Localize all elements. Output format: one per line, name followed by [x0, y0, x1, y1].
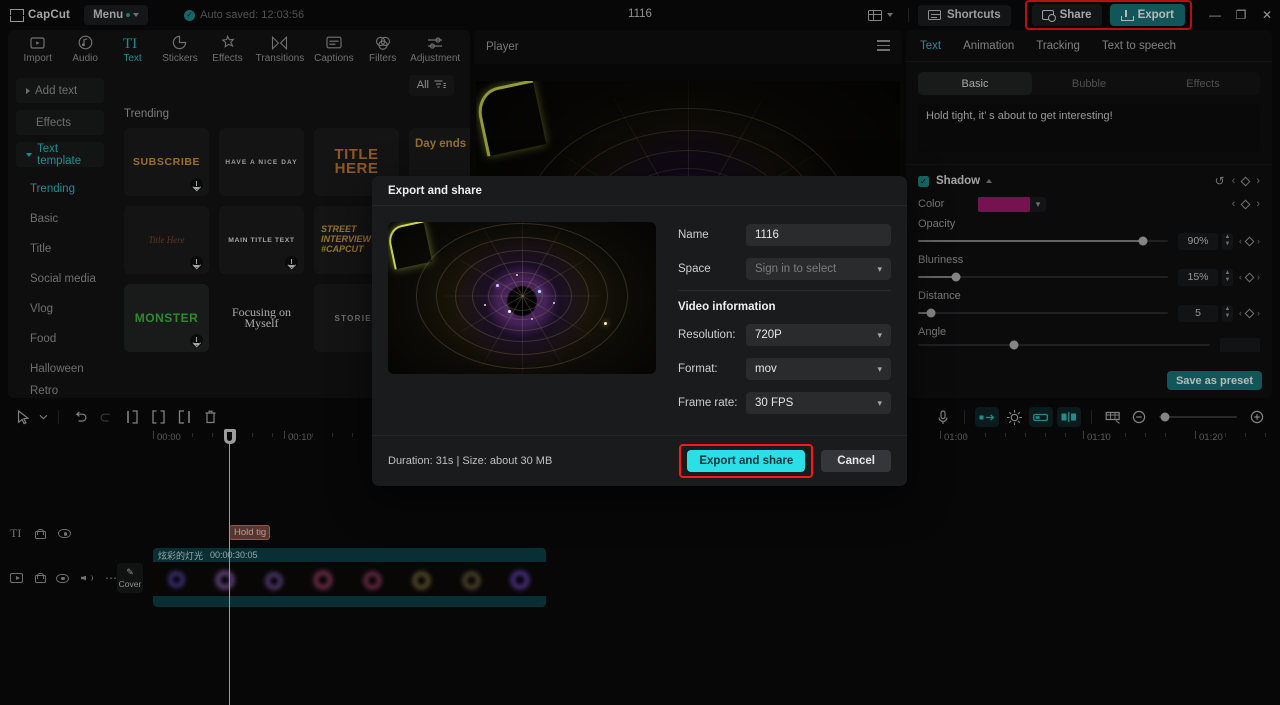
- video-information-title: Video information: [678, 301, 776, 313]
- duration-size-text: Duration: 31s | Size: about 30 MB: [388, 455, 553, 467]
- chevron-down-icon: ▾: [877, 329, 882, 340]
- resolution-value: 720P: [755, 329, 782, 341]
- dialog-footer: Duration: 31s | Size: about 30 MB Export…: [372, 435, 907, 486]
- divider: [678, 290, 891, 291]
- format-row: Format: mov ▾: [678, 356, 891, 382]
- dialog-actions: Export and share Cancel: [679, 444, 891, 478]
- export-and-share-button[interactable]: Export and share: [687, 450, 806, 472]
- format-value: mov: [755, 363, 777, 375]
- framerate-label: Frame rate:: [678, 397, 738, 409]
- resolution-row: Resolution: 720P ▾: [678, 322, 891, 348]
- format-select[interactable]: mov ▾: [746, 358, 891, 380]
- chevron-down-icon: ▾: [877, 263, 882, 274]
- name-input[interactable]: 1116: [746, 224, 891, 246]
- space-row: Space Sign in to select ▾: [678, 256, 891, 282]
- capcut-window: CapCut Menu ✓ Auto saved: 12:03:56 1116 …: [0, 0, 1280, 705]
- name-label: Name: [678, 229, 709, 241]
- dialog-header: Export and share: [372, 176, 907, 206]
- name-row: Name 1116: [678, 222, 891, 248]
- resolution-select[interactable]: 720P ▾: [746, 324, 891, 346]
- dialog-title: Export and share: [388, 184, 482, 197]
- space-label: Space: [678, 263, 711, 275]
- framerate-row: Frame rate: 30 FPS ▾: [678, 390, 891, 416]
- export-button-highlight: Export and share: [679, 444, 814, 478]
- space-select[interactable]: Sign in to select ▾: [746, 258, 891, 280]
- framerate-select[interactable]: 30 FPS ▾: [746, 392, 891, 414]
- chevron-down-icon: ▾: [877, 363, 882, 374]
- export-preview-thumbnail: [388, 222, 656, 374]
- dialog-body: Name 1116 Space Sign in to select ▾ Vide…: [372, 206, 907, 424]
- framerate-value: 30 FPS: [755, 397, 794, 409]
- chevron-down-icon: ▾: [877, 397, 882, 408]
- export-form: Name 1116 Space Sign in to select ▾ Vide…: [678, 222, 891, 424]
- space-value: Sign in to select: [755, 263, 837, 275]
- cancel-button[interactable]: Cancel: [821, 450, 891, 472]
- format-label: Format:: [678, 363, 718, 375]
- resolution-label: Resolution:: [678, 329, 736, 341]
- export-dialog: Export and share Name 1116 Space Sign in…: [372, 176, 907, 486]
